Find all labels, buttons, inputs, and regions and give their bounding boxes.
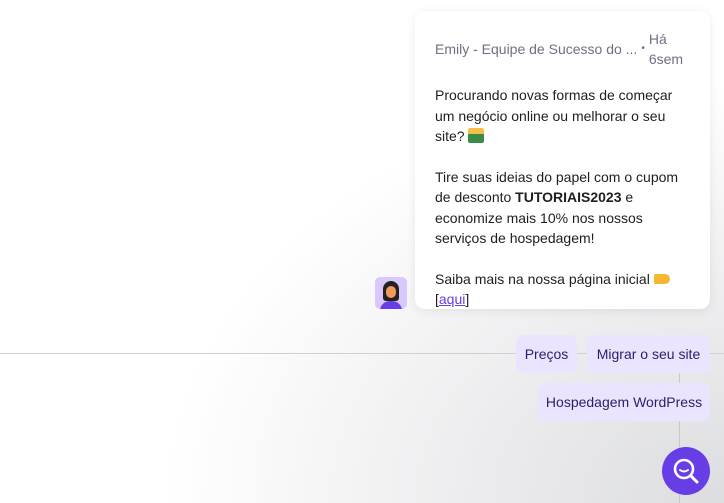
quick-reply-migrar[interactable]: Migrar o seu site xyxy=(587,335,710,373)
sender-name: Emily - Equipe de Sucesso do ... xyxy=(435,41,638,57)
bracket: ] xyxy=(465,291,470,307)
coupon-code: TUTORIAIS2023 xyxy=(515,189,622,205)
search-icon xyxy=(673,458,699,484)
separator: • xyxy=(641,43,645,54)
laptop-person-emoji-icon xyxy=(468,128,485,143)
quick-reply-hospedagem-wordpress[interactable]: Hospedagem WordPress xyxy=(538,383,710,421)
message-time: Há 6sem xyxy=(648,31,684,67)
chat-message-card: Emily - Equipe de Sucesso do ... • Há 6s… xyxy=(415,11,710,309)
message-meta: Emily - Equipe de Sucesso do ... • Há 6s… xyxy=(435,29,690,69)
message-body: Procurando novas formas de começar um ne… xyxy=(435,85,690,310)
quick-reply-precos[interactable]: Preços xyxy=(516,335,577,373)
message-line-3: Saiba mais na nossa página inicial xyxy=(435,270,650,287)
pointing-hand-emoji-icon xyxy=(653,273,670,284)
chat-launcher-button[interactable] xyxy=(662,447,710,495)
aqui-link[interactable]: aqui xyxy=(439,291,465,307)
agent-avatar xyxy=(375,277,407,309)
